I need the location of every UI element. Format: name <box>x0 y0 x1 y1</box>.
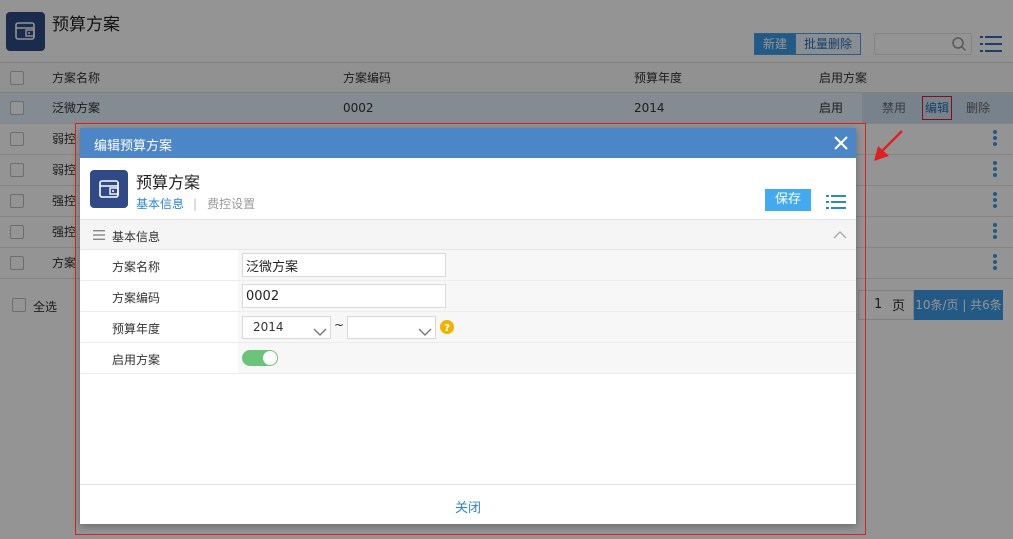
form-row-year: 预算年度 2014 ~ ? <box>80 312 856 343</box>
toggle-knob <box>263 351 277 365</box>
close-icon[interactable] <box>834 136 848 153</box>
form-row-enable: 启用方案 <box>80 343 856 374</box>
list-menu-icon[interactable] <box>826 194 846 213</box>
section-header[interactable]: 基本信息 <box>80 220 856 250</box>
modal-header: 编辑预算方案 <box>80 128 856 158</box>
plan-code-input[interactable] <box>242 284 446 308</box>
chevron-down-icon <box>313 323 327 344</box>
form-row-code: 方案编码 <box>80 281 856 312</box>
tab-expense-control[interactable]: 费控设置 <box>207 195 255 212</box>
red-arrow-icon <box>870 128 906 167</box>
field-label: 启用方案 <box>112 353 161 367</box>
enable-toggle[interactable] <box>242 350 278 366</box>
year-from-value: 2014 <box>253 320 284 334</box>
help-icon[interactable]: ? <box>440 320 454 337</box>
modal-tabs: 基本信息 | 费控设置 <box>136 195 255 212</box>
year-to-select[interactable] <box>347 316 436 339</box>
plan-name-input[interactable] <box>242 253 446 277</box>
wallet-icon <box>90 170 128 208</box>
menu-icon <box>93 229 105 243</box>
range-separator: ~ <box>334 318 345 332</box>
modal-footer: 关闭 <box>80 484 856 524</box>
form-row-name: 方案名称 <box>80 250 856 281</box>
basic-info-form: 方案名称 方案编码 预算年度 2014 ~ ? 启用 <box>80 250 856 374</box>
chevron-down-icon <box>418 323 432 344</box>
tab-basic-info[interactable]: 基本信息 <box>136 195 184 212</box>
year-from-select[interactable]: 2014 <box>242 316 331 339</box>
edit-budget-plan-dialog: 编辑预算方案 预算方案 基本信息 | 费控设置 保存 基本信息 方案名称 泛微方… <box>80 128 856 524</box>
modal-title: 编辑预算方案 <box>94 139 173 154</box>
field-label: 方案名称 <box>112 260 161 274</box>
close-button[interactable]: 关闭 <box>80 497 856 516</box>
chevron-up-icon[interactable] <box>833 229 847 243</box>
field-label: 方案编码 <box>112 291 161 305</box>
section-title: 基本信息 <box>112 230 161 244</box>
tab-separator: | <box>193 196 198 211</box>
modal-heading: 预算方案 <box>136 173 201 192</box>
svg-text:?: ? <box>444 323 450 334</box>
save-button[interactable]: 保存 <box>765 189 811 211</box>
field-label: 预算年度 <box>112 322 161 336</box>
